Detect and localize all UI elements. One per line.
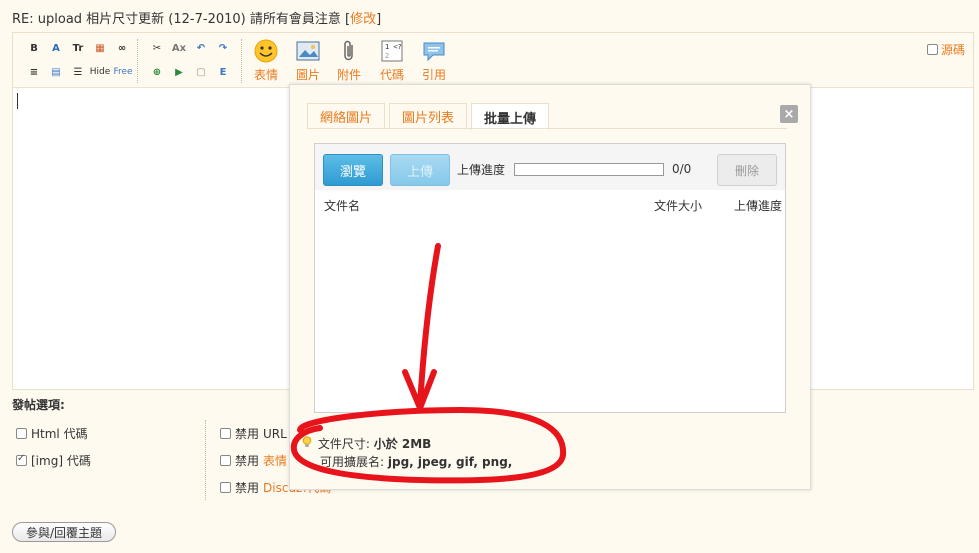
text-caret	[17, 93, 18, 109]
browse-button[interactable]: 瀏覽	[323, 154, 383, 186]
free-icon[interactable]: Free	[112, 63, 134, 81]
disable-discuz-checkbox[interactable]	[220, 482, 231, 493]
font-color-icon[interactable]: A	[47, 39, 65, 57]
redo-icon[interactable]: ↷	[214, 39, 232, 57]
svg-text:2: 2	[385, 52, 389, 60]
toolbar-separator	[137, 39, 139, 83]
align-left-icon[interactable]: ≡	[25, 63, 43, 81]
post-options-title: 發帖選項:	[12, 398, 65, 412]
quote-icon	[420, 39, 448, 63]
undo-icon[interactable]: ↶	[192, 39, 210, 57]
image-icon	[294, 39, 322, 63]
hide-icon[interactable]: Hide	[89, 63, 111, 81]
option-img[interactable]: [img] 代碼	[16, 452, 91, 469]
reply-submit-button[interactable]: 參與/回覆主題	[12, 522, 116, 542]
globe-media-icon[interactable]: ⊕	[148, 63, 166, 81]
attachment-button[interactable]: 附件	[331, 39, 367, 83]
upload-hint: 文件尺寸: 小於 2MB 可用擴展名: jpg, jpeg, gif, png,	[302, 435, 512, 471]
unlink-icon[interactable]: ✂	[148, 39, 166, 57]
play-media-icon[interactable]: ▶	[170, 63, 188, 81]
smiley-icon	[252, 39, 280, 63]
remove-format-icon[interactable]: Ax	[170, 39, 188, 57]
font-size-icon[interactable]: Tr	[69, 39, 87, 57]
tab-web-image[interactable]: 網絡圖片	[307, 103, 386, 129]
bold-icon[interactable]: B	[25, 39, 43, 57]
progress-bar	[514, 163, 664, 176]
post-title-text: RE: upload 相片尺寸更新 (12-7-2010) 請所有會員注意	[12, 12, 345, 27]
column-filename: 文件名	[324, 199, 361, 213]
tab-image-list[interactable]: 圖片列表	[389, 103, 468, 129]
post-title-bar: RE: upload 相片尺寸更新 (12-7-2010) 請所有會員注意 [修…	[0, 0, 979, 32]
toolbar-separator	[241, 39, 243, 83]
code-button[interactable]: 1 <? 2 代碼	[374, 39, 410, 83]
disable-url-checkbox[interactable]	[220, 428, 231, 439]
editor-toolbar: B A Tr ▦ ∞ ✂ Ax ↶ ↷ ≡ ▤ ☰ Hide Free ⊕ ▶ …	[13, 33, 973, 88]
option-disable-url[interactable]: 禁用 URL	[220, 425, 287, 442]
link-icon[interactable]: ∞	[113, 39, 131, 57]
image-upload-dialog: 網絡圖片 圖片列表 批量上傳 × 瀏覽 上傳 上傳進度 0/0 刪除 文件名 文…	[289, 84, 811, 490]
upload-tabs: 網絡圖片 圖片列表 批量上傳	[307, 103, 553, 130]
html-checkbox[interactable]	[16, 428, 27, 439]
table-icon[interactable]: ▤	[47, 63, 65, 81]
close-icon[interactable]: ×	[780, 105, 798, 123]
progress-count: 0/0	[672, 162, 692, 176]
img-checkbox[interactable]	[16, 453, 27, 466]
quote-button[interactable]: 引用	[416, 39, 452, 83]
delete-button[interactable]: 刪除	[717, 154, 777, 186]
source-mode-toggle[interactable]: 源碼	[926, 41, 965, 58]
options-divider	[205, 420, 207, 500]
edit-link[interactable]: 修改	[350, 12, 376, 27]
option-html[interactable]: Html 代碼	[16, 425, 88, 442]
column-progress: 上傳進度	[734, 199, 783, 213]
source-checkbox[interactable]	[926, 44, 938, 55]
tabs-underline	[307, 128, 787, 129]
disable-smilies-checkbox[interactable]	[220, 455, 231, 466]
page-icon[interactable]: ▢	[192, 63, 210, 81]
tab-batch-upload[interactable]: 批量上傳	[471, 103, 550, 130]
column-filesize: 文件大小	[654, 199, 703, 213]
option-disable-smilies[interactable]: 禁用 表情	[220, 452, 287, 469]
code-icon: 1 <? 2	[378, 39, 406, 63]
progress-label: 上傳進度	[457, 163, 506, 177]
flash-icon[interactable]: E	[214, 63, 232, 81]
upload-controls: 瀏覽 上傳 上傳進度 0/0 刪除	[315, 144, 785, 190]
post-title: RE: upload 相片尺寸更新 (12-7-2010) 請所有會員注意 [修…	[12, 12, 382, 27]
emoticon-button[interactable]: 表情	[248, 39, 284, 83]
svg-text:1 <?: 1 <?	[385, 43, 402, 51]
insert-image-button[interactable]: 圖片	[290, 39, 326, 83]
color-grid-icon[interactable]: ▦	[91, 39, 109, 57]
file-size-hint: 文件尺寸: 小於 2MB	[302, 435, 512, 453]
lightbulb-icon	[302, 435, 314, 453]
upload-panel: 瀏覽 上傳 上傳進度 0/0 刪除 文件名 文件大小 上傳進度	[314, 143, 786, 413]
paperclip-icon	[335, 39, 363, 63]
list-icon[interactable]: ☰	[69, 63, 87, 81]
extension-hint: 可用擴展名: jpg, jpeg, gif, png,	[320, 455, 513, 469]
upload-button[interactable]: 上傳	[390, 154, 450, 186]
